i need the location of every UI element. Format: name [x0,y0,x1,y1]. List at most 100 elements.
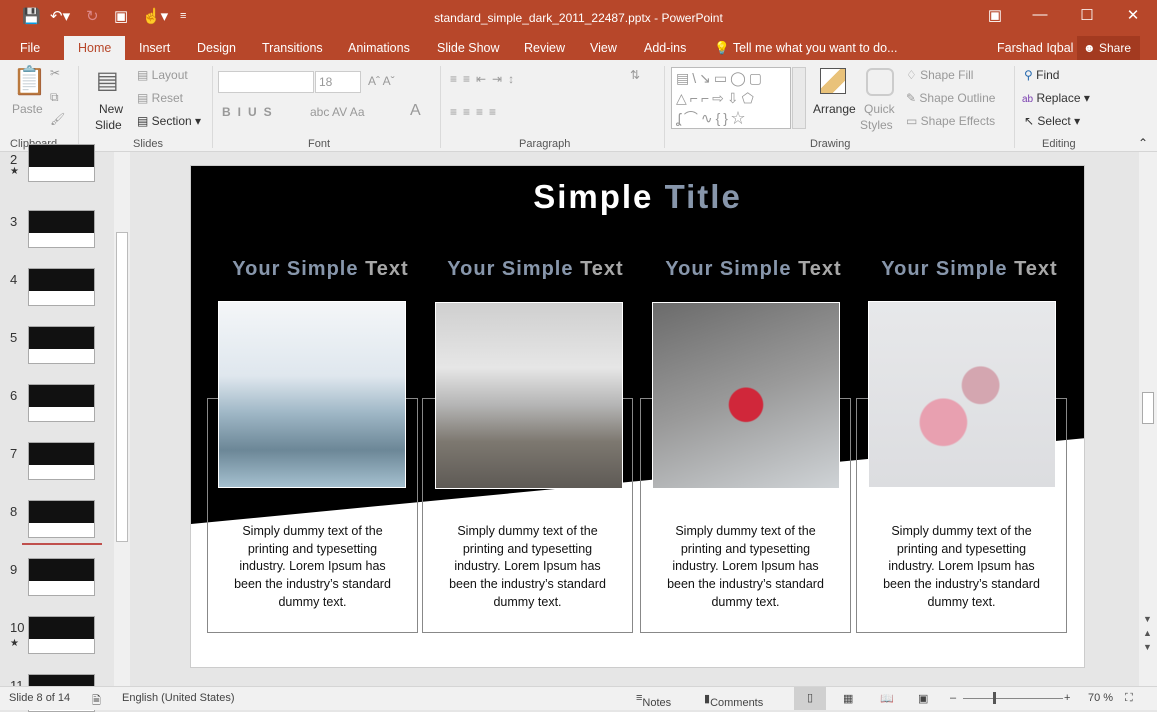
zoom-in-button[interactable]: + [1064,692,1070,704]
scroll-arrows[interactable]: ▼ ▲ ▼ [1143,612,1152,654]
mountain-landscape-photo[interactable] [435,302,623,489]
font-spacing-icons[interactable]: abc AV Aa [310,105,365,119]
find-button[interactable]: ⚲ Find [1024,68,1059,82]
slide-thumbnail[interactable] [28,500,95,538]
spellcheck-icon[interactable]: 🗎 [92,692,101,711]
tab-file[interactable]: File [20,41,40,55]
tab-add-ins[interactable]: Add-ins [644,41,686,55]
zoom-out-button[interactable]: – [950,692,956,704]
lightbulb-icon: 💡 [714,41,730,55]
replace-button[interactable]: ab Replace ▾ [1022,91,1090,105]
copy-icon[interactable]: ⧉ [50,90,59,105]
select-button[interactable]: ↖ Select ▾ [1024,114,1080,128]
thumbnail-number: 4 [10,272,18,287]
zoom-slider[interactable] [963,698,1063,699]
list-icons[interactable]: ≡≡⇤⇥↕ [450,72,520,86]
quick-styles-button[interactable]: Quick [864,102,895,116]
slide-title[interactable]: Simple Title [191,178,1084,216]
tab-insert[interactable]: Insert [139,41,170,55]
shapes-gallery-scroll[interactable] [792,67,806,129]
column-description[interactable]: Simply dummy text of the printing and ty… [856,523,1067,612]
column-description[interactable]: Simply dummy text of the printing and ty… [640,523,851,612]
slide-counter: Slide 8 of 14 [9,692,71,704]
share-button[interactable]: ☻ Share [1077,36,1140,60]
group-label-paragraph: Paragraph [519,138,571,150]
tab-home[interactable]: Home [64,36,126,60]
thumbnail-number: 7 [10,446,18,461]
slideshow-button[interactable]: ▣ [918,692,928,705]
tab-design[interactable]: Design [197,41,236,55]
tab-review[interactable]: Review [524,41,565,55]
thumbnail-scroll-thumb[interactable] [116,232,128,542]
column-heading[interactable]: Your Simple Text [864,258,1075,281]
slide-thumbnail[interactable] [28,616,95,654]
column-description[interactable]: Simply dummy text of the printing and ty… [422,523,633,612]
thumbnail-number: 2 [10,152,18,167]
reset-button[interactable]: ▤ Reset [137,91,183,105]
arrange-button[interactable]: Arrange [813,102,856,116]
thumbnail-scrollbar[interactable] [114,152,130,686]
shape-outline-button[interactable]: ✎ Shape Outline [906,91,995,105]
column-heading[interactable]: Your Simple Text [430,258,641,281]
shape-effects-button[interactable]: ▭ Shape Effects [906,114,995,128]
shapes-gallery[interactable]: ▤\↘▭◯▢ △⌐⌐⇨⇩⬠ ʆ⌒∿{}☆ [671,67,791,129]
red-sneakers-photo[interactable] [652,302,840,489]
paste-button[interactable]: Paste [12,102,43,116]
slide-scroll-thumb[interactable] [1142,392,1154,424]
ribbon-display-icon[interactable]: ▣ [980,6,1010,24]
text-direction-icons[interactable]: ⇅ [630,68,644,82]
fit-to-window-icon[interactable]: ⛶ [1125,692,1133,705]
zoom-level[interactable]: 70 % [1088,692,1113,704]
user-name[interactable]: Farshad Iqbal [997,41,1073,55]
animation-star-icon: ★ [10,638,19,649]
new-slide-button[interactable]: New [99,102,123,116]
shape-fill-button[interactable]: ♢ Shape Fill [906,68,973,82]
font-size-input[interactable]: 18 [315,71,361,93]
replace-label: Replace [1036,91,1081,105]
notes-button[interactable]: ≡ Notes [636,692,671,709]
reading-view-button[interactable]: 📖 [880,692,894,705]
column-heading[interactable]: Your Simple Text [215,258,426,281]
tab-view[interactable]: View [590,41,617,55]
slide-thumbnail[interactable] [28,268,95,306]
tab-transitions[interactable]: Transitions [262,41,323,55]
font-size-increase-icon[interactable]: Aˆ Aˇ [368,74,395,88]
slide-scrollbar[interactable]: ▼ ▲ ▼ [1139,152,1157,686]
normal-view-button[interactable]: ▯ [794,687,826,710]
tell-me-search[interactable]: 💡 Tell me what you want to do... [714,41,898,56]
slide-thumbnail[interactable] [28,558,95,596]
slide-thumbnail[interactable] [28,326,95,364]
slide-thumbnail[interactable] [28,144,95,182]
align-icons[interactable]: ≡≡≡≡ [450,105,502,119]
slide-thumbnail[interactable] [28,210,95,248]
maximize-button[interactable]: ☐ [1072,6,1102,24]
comments-button[interactable]: ▮ Comments [704,692,763,709]
flower-bouquet-photo[interactable] [868,301,1056,488]
new-slide-dropdown[interactable]: Slide [95,118,122,132]
section-button[interactable]: ▤ Section ▾ [137,114,201,128]
find-icon: ⚲ [1024,68,1033,82]
language[interactable]: English (United States) [122,692,235,704]
font-color-icon[interactable]: A [410,102,421,120]
quick-styles-dropdown[interactable]: Styles [860,118,893,132]
layout-button[interactable]: ▤ Layout [137,68,188,82]
close-button[interactable]: ✕ [1118,6,1148,24]
zoom-slider-thumb[interactable] [993,692,996,704]
slide-sorter-button[interactable]: ▦ [843,692,853,705]
tab-animations[interactable]: Animations [348,41,410,55]
slide-thumbnail[interactable] [28,384,95,422]
column-description[interactable]: Simply dummy text of the printing and ty… [207,523,418,612]
slide-thumbnail[interactable] [28,442,95,480]
cut-icon[interactable]: ✂ [50,66,60,80]
mountain-climber-photo[interactable] [218,301,406,488]
person-add-icon: ☻ [1083,41,1096,55]
minimize-button[interactable]: — [1025,6,1055,23]
font-format-buttons[interactable]: BIUS [222,105,279,119]
column-heading[interactable]: Your Simple Text [648,258,859,281]
collapse-ribbon-icon[interactable]: ⌃ [1138,136,1148,150]
slide[interactable]: Simple Title Your Simple Text Simply dum… [190,165,1085,668]
format-painter-icon[interactable]: 🖌 [50,112,65,126]
heading-part-1: Your Simple [665,258,792,280]
font-name-input[interactable] [218,71,314,93]
tab-slide-show[interactable]: Slide Show [437,41,500,55]
